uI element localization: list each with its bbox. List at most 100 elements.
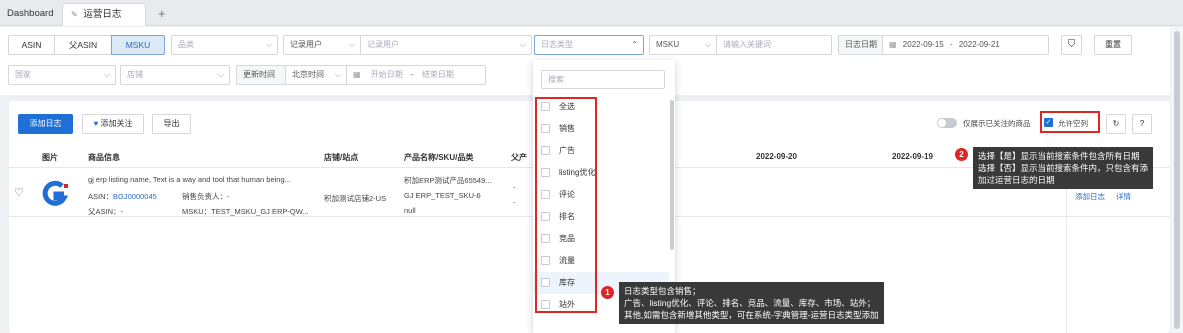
tab-dashboard[interactable]: Dashboard xyxy=(7,3,53,26)
col-parent: 父产 xyxy=(511,153,527,162)
reset-button[interactable]: 重置 xyxy=(1094,35,1132,55)
annotation-badge-2: 2 xyxy=(955,148,968,161)
chevron-down-icon: ⌵ xyxy=(217,70,224,79)
seg-asin[interactable]: ASIN xyxy=(8,35,55,55)
sku-cell: GJ ERP_TEST_SKU-6 xyxy=(404,191,481,200)
asin-label: ASIN： xyxy=(88,192,114,201)
chevron-down-icon: ⌵ xyxy=(348,40,355,49)
update-time-label: 更新时间 xyxy=(236,65,286,85)
brand-logo-icon xyxy=(42,180,69,206)
calendar-icon: ▦ xyxy=(889,40,897,49)
tooltip-right-line-2: 选择【否】显示当前搜索条件内，只包含有添 xyxy=(978,163,1149,173)
product-title: gj erp listing name, Text is a way and t… xyxy=(88,175,291,184)
export-button[interactable]: 导出 xyxy=(152,114,191,134)
seg-parent-asin[interactable]: 父ASIN xyxy=(54,35,112,55)
parent-asin-line: 父ASIN：- xyxy=(88,207,124,216)
chevron-down-icon: ⌵ xyxy=(103,70,110,79)
fixed-column-divider xyxy=(1066,169,1067,333)
date-separator: - xyxy=(411,70,414,79)
col-image: 图片 xyxy=(42,153,58,162)
options-highlight xyxy=(535,97,597,313)
country-select[interactable]: 国家 ⌵ xyxy=(8,65,116,85)
filter-icon: ⛉ xyxy=(1067,39,1076,50)
country-placeholder: 国家 xyxy=(15,70,31,79)
record-user-select[interactable]: 记录用户 ⌵ xyxy=(360,35,532,55)
col-product-info: 商品信息 xyxy=(88,153,120,162)
add-follow-button[interactable]: ♥ 添加关注 xyxy=(82,114,144,134)
only-followed-toggle[interactable] xyxy=(937,118,957,128)
keyword-placeholder: 请输入关键词 xyxy=(723,40,771,49)
tab-operation-log-label: 运营日志 xyxy=(83,9,122,20)
log-type-select[interactable]: 日志类型 ⌃ xyxy=(534,35,644,55)
chevron-up-icon: ⌃ xyxy=(631,40,638,49)
category-select[interactable]: 品类 ⌵ xyxy=(171,35,278,55)
msku-line: MSKU：TEST_MSKU_GJ ERP-QW... xyxy=(182,207,309,216)
record-user-placeholder: 记录用户 xyxy=(367,40,399,49)
allow-empty-highlight xyxy=(1040,111,1100,133)
refresh-icon: ↻ xyxy=(1112,119,1120,128)
dropdown-scrollbar[interactable] xyxy=(670,100,674,250)
page-scrollbar[interactable] xyxy=(1171,27,1183,333)
seg-msku[interactable]: MSKU xyxy=(111,35,165,55)
heart-outline-icon[interactable]: ♡ xyxy=(14,186,24,199)
record-user-type-label: 记录用户 xyxy=(290,40,322,49)
calendar-icon: ▦ xyxy=(353,70,361,79)
end-date-placeholder: 结束日期 xyxy=(421,70,454,79)
msku-field-label: MSKU xyxy=(656,40,680,49)
timezone-label: 北京时间 xyxy=(292,70,324,79)
keyword-input[interactable]: 请输入关键词 xyxy=(716,35,832,55)
chevron-down-icon: ⌵ xyxy=(519,40,526,49)
add-tab-button[interactable]: + xyxy=(158,3,166,26)
chevron-down-icon: ⌵ xyxy=(334,70,341,79)
scrollbar-thumb[interactable] xyxy=(1174,31,1180,329)
date-from: 2022-09-15 xyxy=(902,40,944,49)
refresh-button[interactable]: ↻ xyxy=(1106,114,1126,134)
parent-cell-2: - xyxy=(513,198,516,207)
date-separator: - xyxy=(949,40,953,49)
product-image xyxy=(42,180,70,208)
col-product-name: 产品名称/SKU/品类 xyxy=(404,153,474,162)
timezone-select[interactable]: 北京时间 ⌵ xyxy=(285,65,347,85)
allow-empty-tooltip: 选择【是】显示当前搜索条件包含所有日期 选择【否】显示当前搜索条件内，只包含有添… xyxy=(973,147,1154,189)
log-type-placeholder: 日志类型 xyxy=(541,40,573,49)
tooltip-bottom-line-3: 其他,如需包含新增其他类型，可在系统-字典管理-运营日志类型添加 xyxy=(624,310,879,320)
tooltip-right-line-3: 加过运营日志的日期 xyxy=(978,175,1055,185)
owner-line: 销售负责人：- xyxy=(182,192,230,201)
pin-icon: ✎ xyxy=(71,10,78,19)
add-follow-label: 添加关注 xyxy=(100,119,133,128)
log-type-tooltip: 日志类型包含销售； 广告、listing优化、评论、排名、竞品、流量、库存、市场… xyxy=(619,282,884,324)
store-select[interactable]: 店铺 ⌵ xyxy=(120,65,230,85)
dropdown-search-placeholder: 搜索 xyxy=(548,75,564,84)
col-date-0920: 2022-09-20 xyxy=(756,152,797,161)
product-name-cell: 积加ERP测试产品65549... xyxy=(404,176,492,185)
category-cell: null xyxy=(404,206,416,215)
row-add-log-link[interactable]: 添加日志 xyxy=(1075,191,1105,202)
col-store: 店铺/站点 xyxy=(324,153,359,162)
log-date-label: 日志日期 xyxy=(838,35,883,55)
tab-bar: Dashboard ✎ 运营日志 × + xyxy=(0,0,1183,42)
update-date-range[interactable]: ▦ 开始日期 - 结束日期 xyxy=(346,65,486,85)
dropdown-search-input[interactable]: 搜索 xyxy=(541,70,665,89)
tooltip-bottom-line-2: 广告、listing优化、评论、排名、竞品、流量、库存、市场、站外； xyxy=(624,298,876,308)
tooltip-bottom-line-1: 日志类型包含销售； xyxy=(624,286,701,296)
store-cell: 积加测试店铺2-US xyxy=(324,194,387,203)
filter-icon-button[interactable]: ⛉ xyxy=(1061,35,1082,55)
add-log-button[interactable]: 添加日志 xyxy=(18,114,73,134)
msku-field-select[interactable]: MSKU ⌵ xyxy=(649,35,717,55)
asin-link[interactable]: BGJ0000045 xyxy=(113,192,157,201)
chevron-down-icon: ⌵ xyxy=(704,40,711,49)
date-to: 2022-09-21 xyxy=(958,40,1000,49)
chevron-down-icon: ⌵ xyxy=(265,40,272,49)
record-user-type-select[interactable]: 记录用户 ⌵ xyxy=(283,35,361,55)
tab-operation-log[interactable]: ✎ 运营日志 × xyxy=(62,3,146,42)
annotation-badge-1: 1 xyxy=(601,286,614,299)
help-button[interactable]: ? xyxy=(1132,114,1152,134)
category-placeholder: 品类 xyxy=(178,40,194,49)
tooltip-right-line-1: 选择【是】显示当前搜索条件包含所有日期 xyxy=(978,151,1140,161)
asin-line: ASIN：BGJ0000045 xyxy=(88,191,157,202)
log-date-range[interactable]: ▦ 2022-09-15 - 2022-09-21 xyxy=(882,35,1049,55)
only-followed-label: 仅展示已关注的商品 xyxy=(963,119,1031,128)
row-detail-link[interactable]: 详情 xyxy=(1116,191,1131,202)
help-icon: ? xyxy=(1139,119,1145,128)
start-date-placeholder: 开始日期 xyxy=(370,70,403,79)
